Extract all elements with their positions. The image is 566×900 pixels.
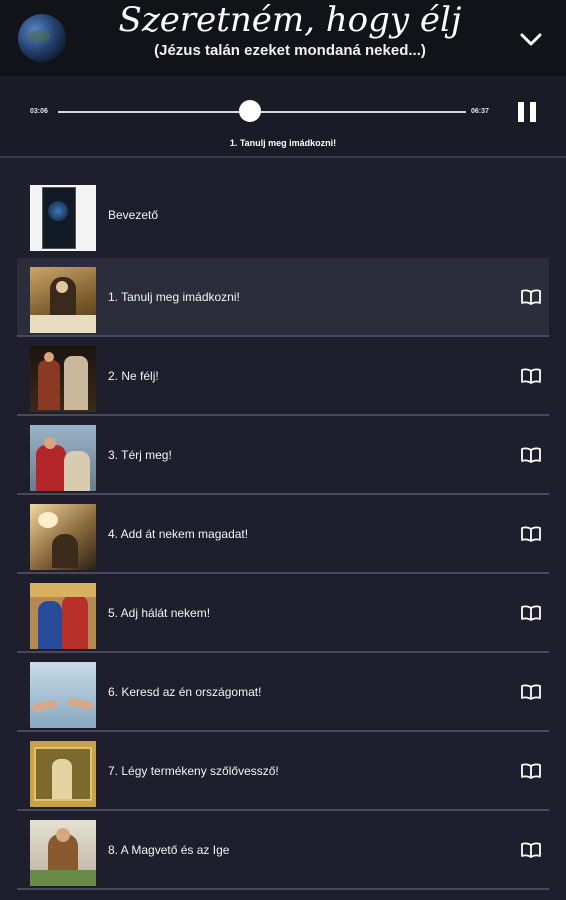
current-time: 03:06 [30, 108, 48, 115]
track-row[interactable]: 8. A Magvető és az Ige [17, 811, 549, 890]
track-label: 7. Légy termékeny szőlővessző! [108, 764, 279, 778]
track-thumbnail [30, 185, 96, 251]
track-thumbnail [30, 820, 96, 886]
book-icon[interactable] [521, 842, 541, 858]
track-label: 3. Térj meg! [108, 448, 172, 462]
track-label: 6. Keresd az én országomat! [108, 685, 262, 699]
track-row[interactable]: 4. Add át nekem magadat! [17, 495, 549, 574]
pause-icon[interactable] [516, 102, 538, 122]
book-icon[interactable] [521, 684, 541, 700]
app-title: Szeretném, hogy élj [118, 0, 462, 40]
track-thumbnail [30, 741, 96, 807]
track-thumbnail [30, 583, 96, 649]
progress-slider[interactable] [58, 111, 466, 113]
track-list: Bevezető 1. Tanulj meg imádkozni! 2. Ne fé… [17, 176, 549, 890]
book-icon[interactable] [521, 526, 541, 542]
track-row[interactable]: Bevezető [17, 176, 549, 258]
track-row[interactable]: 3. Térj meg! [17, 416, 549, 495]
track-row[interactable]: 1. Tanulj meg imádkozni! [17, 258, 549, 337]
track-label: 2. Ne félj! [108, 369, 159, 383]
track-label: 5. Adj hálát nekem! [108, 606, 211, 620]
track-thumbnail [30, 662, 96, 728]
globe-icon [18, 14, 66, 62]
book-icon[interactable] [521, 447, 541, 463]
book-icon[interactable] [521, 289, 541, 305]
track-row[interactable]: 7. Légy termékeny szőlővessző! [17, 732, 549, 811]
book-icon[interactable] [521, 368, 541, 384]
track-row[interactable]: 6. Keresd az én országomat! [17, 653, 549, 732]
track-label: 4. Add át nekem magadat! [108, 527, 249, 541]
now-playing-title: 1. Tanulj meg imádkozni! [229, 138, 337, 148]
audio-player: 03:06 06:37 1. Tanulj meg imádkozni! [0, 76, 566, 158]
track-label: Bevezető [108, 208, 159, 222]
track-thumbnail [30, 346, 96, 412]
chevron-down-icon[interactable] [518, 26, 544, 52]
app-header: Szeretném, hogy élj (Jézus talán ezeket … [0, 0, 566, 76]
book-icon[interactable] [521, 763, 541, 779]
track-label: 1. Tanulj meg imádkozni! [108, 290, 240, 304]
track-thumbnail [30, 267, 96, 333]
progress-thumb[interactable] [238, 100, 261, 122]
track-thumbnail [30, 504, 96, 570]
track-thumbnail [30, 425, 96, 491]
track-label: 8. A Magvető és az Ige [108, 843, 230, 857]
book-icon[interactable] [521, 605, 541, 621]
duration: 06:37 [471, 108, 489, 115]
app-subtitle: (Jézus talán ezeket mondaná neked...) [154, 42, 426, 59]
track-row[interactable]: 5. Adj hálát nekem! [17, 574, 549, 653]
track-row[interactable]: 2. Ne félj! [17, 337, 549, 416]
